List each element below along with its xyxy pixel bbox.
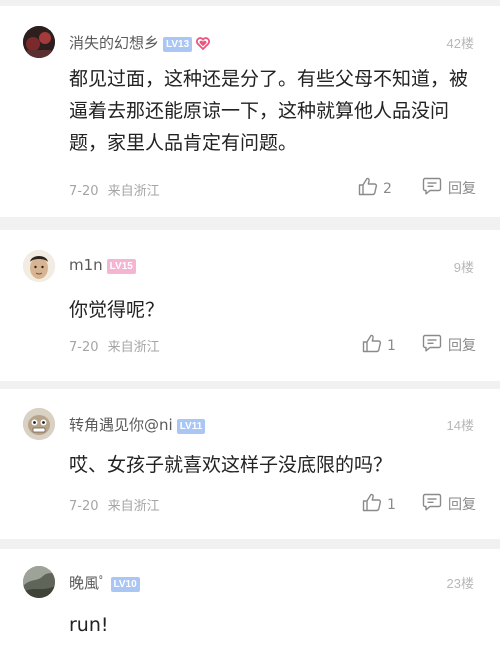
reply-icon xyxy=(422,493,448,515)
floor-number: 9楼 xyxy=(453,260,474,275)
comment-card: 晚風ﾟ LV10 23楼 run! xyxy=(0,549,500,659)
comment-location: 来自浙江 xyxy=(107,184,160,199)
comment-text: 哎、女孩子就喜欢这样子没底限的吗？ xyxy=(69,454,393,476)
reply-button[interactable]: 回复 xyxy=(422,177,476,199)
thumbs-up-icon xyxy=(358,177,383,200)
comment-meta: 7-20 来自浙江 xyxy=(69,495,160,514)
heart-icon xyxy=(196,36,211,54)
comment-text: 你觉得呢？ xyxy=(69,299,165,321)
comment-card: 消失的幻想乡 LV13 42楼 都见过面，这种还是分了。有些父母不知道，被逼着去那… xyxy=(0,6,500,217)
avatar[interactable] xyxy=(23,26,55,58)
reply-label: 回复 xyxy=(448,497,476,513)
like-count: 1 xyxy=(387,496,396,513)
level-badge: LV15 xyxy=(106,259,136,274)
reply-button[interactable]: 回复 xyxy=(422,334,476,356)
thumbs-up-icon xyxy=(362,493,387,516)
reply-label: 回复 xyxy=(448,181,476,197)
comment-date: 7-20 xyxy=(69,340,99,355)
comment-card: m1n LV15 9楼 你觉得呢？ 7-20 来自浙江 1 回复 xyxy=(0,230,500,381)
thumbs-up-icon xyxy=(362,334,387,357)
comment-date: 7-20 xyxy=(69,184,99,199)
like-button[interactable]: 1 xyxy=(362,493,396,516)
reply-icon xyxy=(422,177,448,199)
avatar[interactable] xyxy=(23,250,55,282)
like-count: 2 xyxy=(383,180,392,197)
like-button[interactable]: 1 xyxy=(362,334,396,357)
username[interactable]: 晚風ﾟ LV10 xyxy=(69,572,140,593)
level-badge: LV10 xyxy=(110,577,140,592)
comment-meta: 7-20 来自浙江 xyxy=(69,336,160,355)
username[interactable]: 转角遇见你@ni LV11 xyxy=(69,414,206,435)
comment-location: 来自浙江 xyxy=(107,499,160,514)
comment-text: run! xyxy=(69,614,109,636)
reply-label: 回复 xyxy=(448,338,476,354)
avatar[interactable] xyxy=(23,566,55,598)
comment-card: 转角遇见你@ni LV11 14楼 哎、女孩子就喜欢这样子没底限的吗？ 7-20 … xyxy=(0,389,500,539)
comment-text: 都见过面，这种还是分了。有些父母不知道，被逼着去那还能原谅一下，这种就算他人品没… xyxy=(69,68,469,154)
comment-meta: 7-20 来自浙江 xyxy=(69,180,160,199)
floor-number: 23楼 xyxy=(446,576,474,591)
comment-date: 7-20 xyxy=(69,499,99,514)
reply-button[interactable]: 回复 xyxy=(422,493,476,515)
like-count: 1 xyxy=(387,337,396,354)
username[interactable]: m1n LV15 xyxy=(69,256,136,274)
level-badge: LV13 xyxy=(163,37,193,52)
avatar[interactable] xyxy=(23,408,55,440)
like-button[interactable]: 2 xyxy=(358,177,392,200)
username[interactable]: 消失的幻想乡 LV13 xyxy=(69,32,211,54)
floor-number: 14楼 xyxy=(446,418,474,433)
level-badge: LV11 xyxy=(176,419,206,434)
comment-location: 来自浙江 xyxy=(107,340,160,355)
comment-list: 消失的幻想乡 LV13 42楼 都见过面，这种还是分了。有些父母不知道，被逼着去那… xyxy=(0,0,500,659)
floor-number: 42楼 xyxy=(446,36,474,51)
reply-icon xyxy=(422,334,448,356)
